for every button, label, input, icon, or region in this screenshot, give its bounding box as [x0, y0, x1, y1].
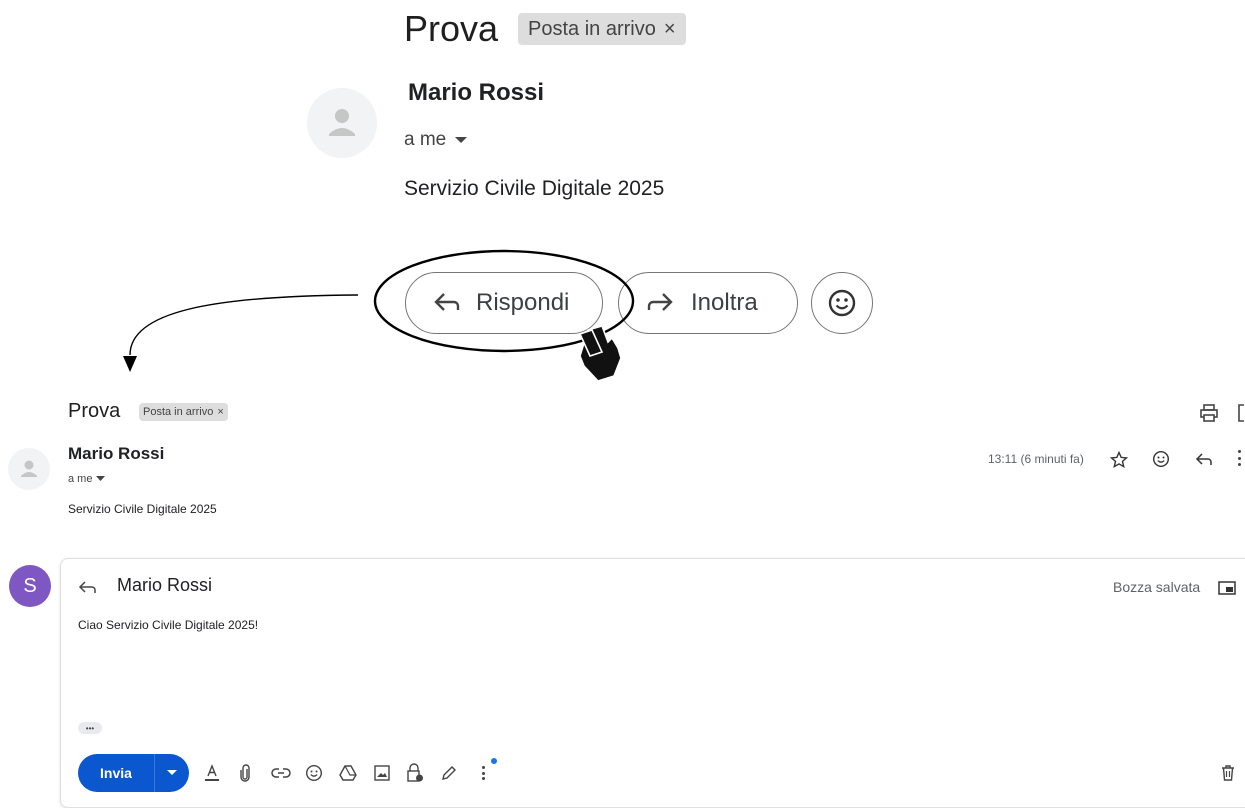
bottom-recipient[interactable]: a me — [68, 473, 106, 485]
draft-status: Bozza salvata — [1113, 579, 1201, 595]
bottom-label-chip-text: Posta in arrivo — [143, 406, 214, 418]
annotation-arrow-line — [129, 294, 359, 356]
compose-body[interactable]: Ciao Servizio Civile Digitale 2025! — [78, 618, 258, 632]
text-format-icon — [205, 764, 219, 781]
more-options-icon[interactable] — [1238, 450, 1242, 466]
top-body: Servizio Civile Digitale 2025 — [404, 177, 665, 200]
send-options-caret-icon — [167, 770, 177, 775]
send-button-group: Invia — [78, 754, 189, 792]
more-options-button[interactable] — [472, 762, 494, 784]
show-trimmed-dots: ••• — [85, 723, 95, 733]
bottom-emoji-icon[interactable] — [1152, 450, 1170, 468]
top-sender-name: Mario Rossi — [408, 79, 545, 106]
more-vert-icon — [481, 766, 485, 780]
bottom-recipient-text: a me — [68, 473, 93, 485]
compose-emoji-icon — [305, 764, 323, 782]
attach-icon — [240, 764, 250, 782]
top-recipient[interactable]: a me — [404, 129, 468, 151]
open-new-window-icon[interactable] — [1237, 403, 1245, 423]
top-avatar — [307, 88, 377, 158]
show-trimmed-button[interactable]: ••• — [78, 722, 102, 734]
compose-avatar-letter: S — [23, 574, 37, 597]
bottom-sender-name: Mario Rossi — [68, 444, 165, 463]
hand-cursor-icon — [578, 325, 622, 382]
bottom-caret-down-icon — [96, 476, 106, 481]
bottom-avatar — [8, 448, 50, 490]
bottom-subject: Prova — [68, 400, 121, 422]
bottom-body: Servizio Civile Digitale 2025 — [68, 502, 217, 516]
reply-label: Rispondi — [476, 289, 570, 316]
bottom-reply-icon[interactable] — [1195, 452, 1213, 468]
insert-emoji-button[interactable] — [303, 762, 325, 784]
insert-link-button[interactable] — [270, 762, 292, 784]
reaction-button[interactable] — [811, 272, 873, 334]
bottom-chip-close-icon[interactable]: × — [217, 406, 223, 418]
pen-icon — [442, 766, 456, 780]
send-label: Invia — [100, 765, 132, 781]
lock-clock-icon — [407, 763, 423, 782]
reply-arrow-icon — [434, 293, 460, 311]
star-icon[interactable] — [1110, 451, 1128, 469]
top-subject: Prova — [404, 8, 499, 49]
reply-button[interactable]: Rispondi — [405, 272, 603, 334]
timestamp: 13:11 (6 minuti fa) — [988, 452, 1084, 466]
insert-photo-button[interactable] — [371, 762, 393, 784]
drive-icon — [339, 765, 357, 781]
send-button[interactable]: Invia — [78, 754, 155, 792]
top-chip-close-icon[interactable]: × — [664, 18, 676, 41]
trash-icon — [1222, 765, 1234, 781]
forward-label: Inoltra — [691, 289, 758, 316]
compose-avatar: S — [9, 565, 51, 607]
popout-icon[interactable] — [1218, 581, 1236, 595]
insert-drive-button[interactable] — [337, 762, 359, 784]
notification-dot — [491, 758, 497, 764]
attach-button[interactable] — [234, 762, 256, 784]
person-icon — [329, 109, 355, 136]
print-icon[interactable] — [1199, 403, 1219, 423]
top-label-chip[interactable]: Posta in arrivo × — [518, 13, 686, 45]
link-icon — [271, 768, 291, 778]
formatting-button[interactable] — [201, 762, 223, 784]
top-recipient-text: a me — [404, 129, 447, 150]
caret-down-icon — [455, 137, 468, 143]
top-label-chip-text: Posta in arrivo — [528, 17, 656, 40]
forward-arrow-icon — [647, 293, 673, 311]
annotation-arrow-head — [123, 356, 137, 372]
bottom-person-icon — [21, 460, 37, 477]
emoji-icon — [828, 289, 856, 317]
image-icon — [374, 765, 390, 781]
discard-draft-button[interactable] — [1217, 762, 1239, 784]
insert-signature-button[interactable] — [438, 762, 460, 784]
confidential-mode-button[interactable] — [404, 762, 426, 784]
compose-reply-type-icon[interactable] — [78, 580, 98, 596]
compose-to-name[interactable]: Mario Rossi — [117, 575, 212, 596]
forward-button[interactable]: Inoltra — [618, 272, 798, 334]
bottom-label-chip[interactable]: Posta in arrivo × — [139, 403, 228, 421]
